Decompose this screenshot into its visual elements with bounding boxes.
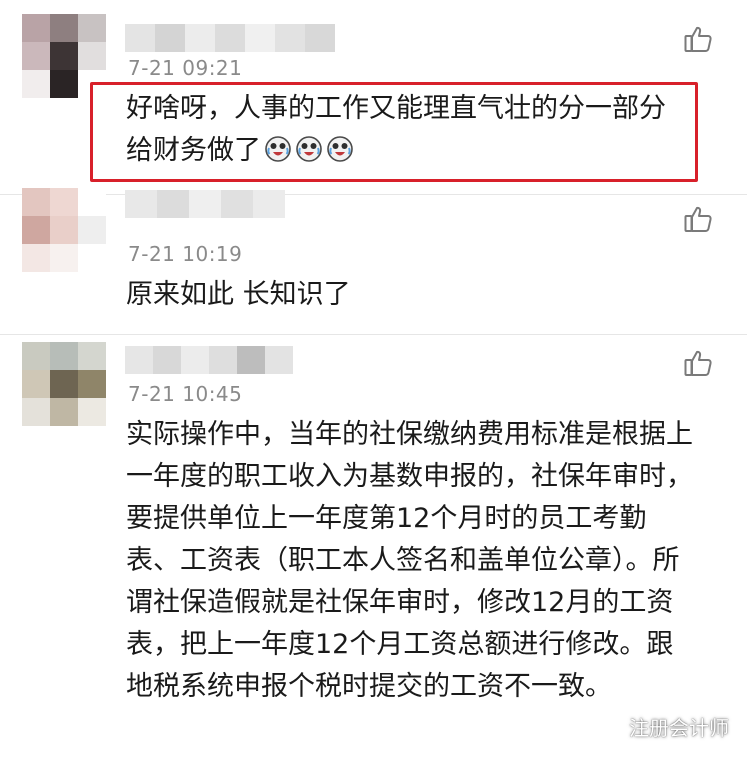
avatar[interactable] [22, 188, 106, 272]
divider [0, 194, 747, 195]
comment-timestamp: 7-21 09:21 [128, 56, 243, 80]
divider [0, 334, 747, 335]
crying-laughing-emoji-icon [265, 136, 291, 162]
comment-item: 7-21 09:21 好啥呀，人事的工作又能理直气壮的分一部分 给财务做了 [0, 0, 747, 190]
wechat-official-account-icon [600, 715, 622, 738]
comment-timestamp: 7-21 10:45 [128, 382, 243, 406]
watermark: 注册会计师 [599, 712, 729, 741]
thumbs-up-icon[interactable] [683, 204, 713, 234]
comment-text: 原来如此 长知识了 [126, 279, 351, 310]
watermark-label: 注册会计师 [629, 716, 729, 740]
crying-laughing-emoji-icon [296, 136, 322, 162]
crying-laughing-emoji-icon [327, 136, 353, 162]
thumbs-up-icon[interactable] [683, 348, 713, 378]
commenter-name-blurred[interactable] [125, 346, 293, 374]
commenter-name-blurred[interactable] [125, 190, 285, 218]
avatar[interactable] [22, 342, 106, 426]
comment-timestamp: 7-21 10:19 [128, 242, 243, 266]
comment-text: 好啥呀，人事的工作又能理直气壮的分一部分 给财务做了 [126, 93, 666, 166]
commenter-name-blurred[interactable] [125, 24, 335, 52]
comment-text: 实际操作中，当年的社保缴纳费用标准是根据上一年度的职工收入为基数申报的，社保年审… [126, 419, 693, 702]
thumbs-up-icon[interactable] [683, 24, 713, 54]
